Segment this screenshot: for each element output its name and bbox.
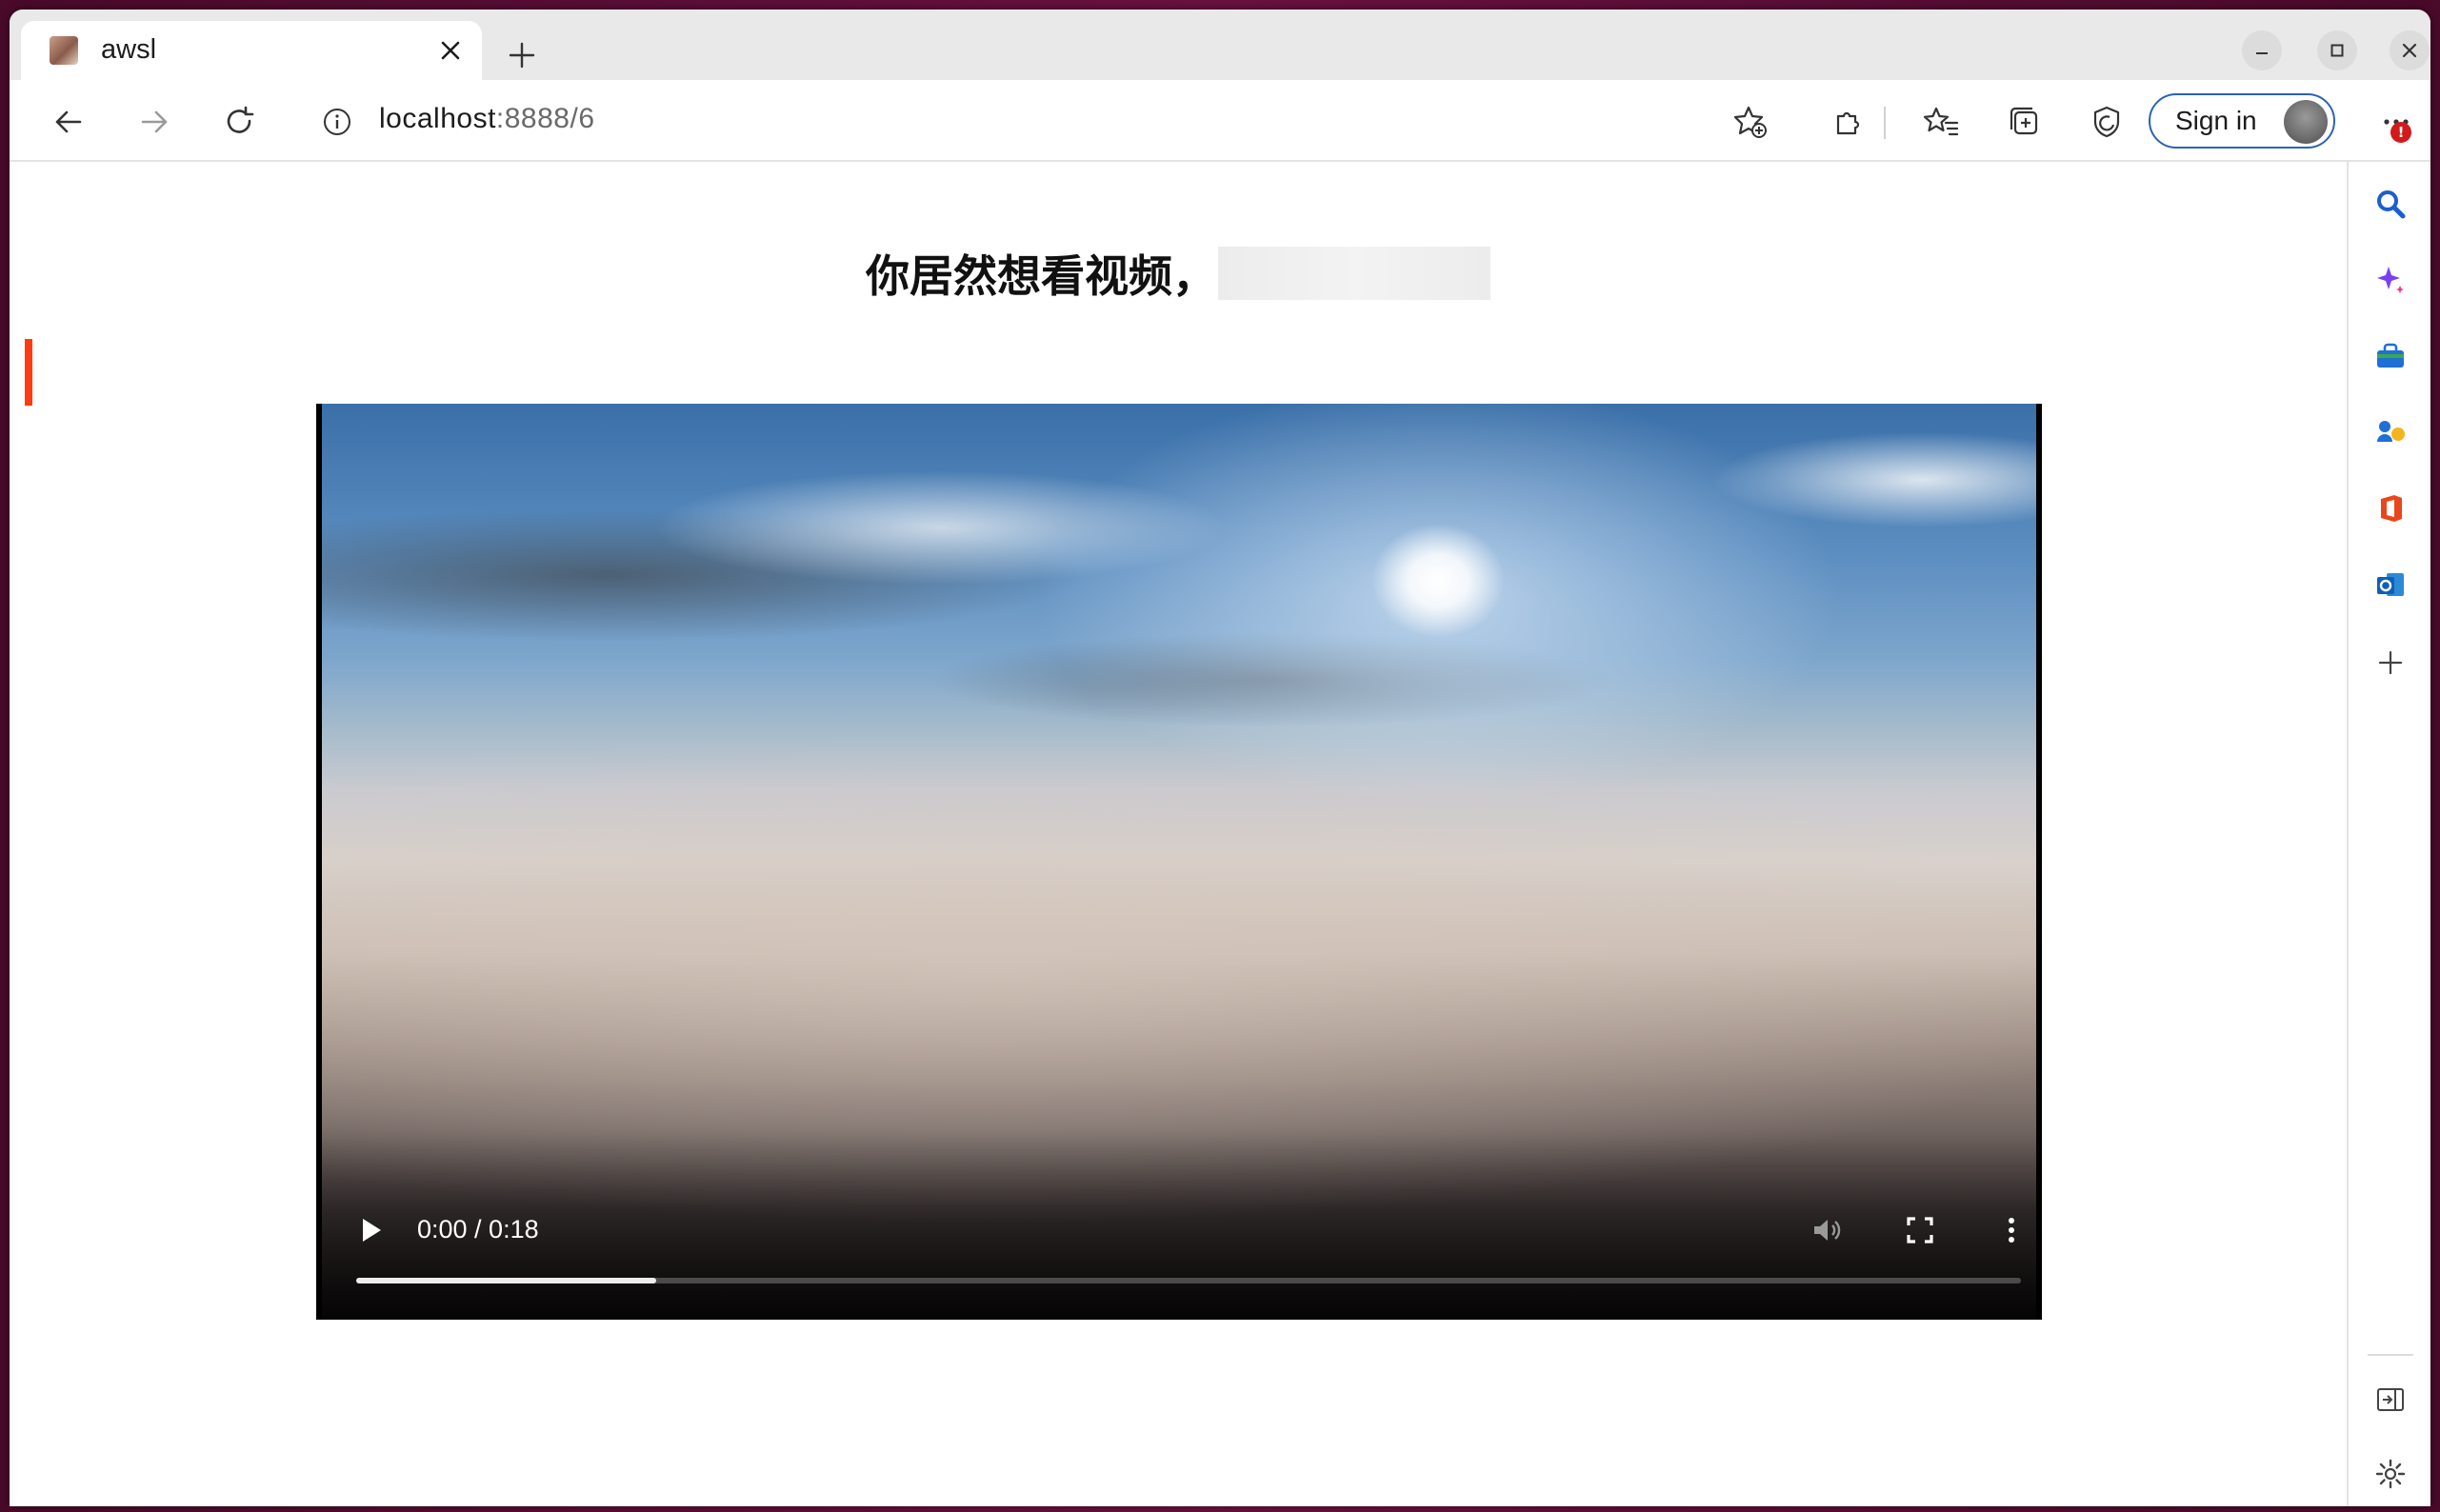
play-button[interactable] — [352, 1211, 390, 1249]
sign-in-button[interactable]: Sign in — [2149, 93, 2335, 149]
sidebar-shopping[interactable] — [2366, 331, 2415, 381]
sidebar-split-screen[interactable] — [2366, 1375, 2415, 1424]
notification-badge: ! — [2390, 122, 2411, 143]
split-screen-icon — [2377, 1388, 2404, 1411]
sign-in-label: Sign in — [2175, 106, 2257, 135]
collections-button[interactable] — [2000, 97, 2050, 147]
maximize-button[interactable] — [2317, 30, 2357, 70]
tab-title: awsl — [101, 34, 157, 65]
url-text: localhost:8888/6 — [379, 103, 595, 135]
forward-button[interactable] — [130, 97, 179, 147]
sidebar-separator — [2368, 1354, 2413, 1356]
controls-overlay — [316, 1129, 2042, 1320]
sidebar-office[interactable] — [2366, 484, 2415, 533]
heading-row: 你居然想看视频， — [10, 242, 2347, 305]
games-icon — [2377, 421, 2405, 442]
extensions-button[interactable] — [1823, 97, 1872, 147]
avatar — [2284, 100, 2328, 144]
sidebar-search[interactable] — [2366, 179, 2415, 229]
shopping-icon — [2377, 343, 2404, 368]
fullscreen-icon[interactable] — [1899, 1209, 1941, 1251]
refresh-button[interactable] — [215, 97, 265, 147]
time-display: 0:00 / 0:18 — [417, 1215, 539, 1243]
edge-sidebar — [2347, 162, 2430, 1506]
page-accent-bar — [25, 339, 32, 406]
back-button[interactable] — [44, 97, 93, 147]
minimize-button[interactable] — [2242, 30, 2282, 70]
tab-favicon-icon — [50, 36, 78, 65]
settings-icon — [2375, 1459, 2406, 1489]
tab-close-icon[interactable] — [432, 32, 469, 69]
add-favorite-button[interactable] — [1726, 97, 1775, 147]
favorites-button[interactable] — [1916, 97, 1966, 147]
redacted-block — [1218, 247, 1490, 300]
outlook-icon — [2377, 573, 2404, 596]
site-info-icon[interactable] — [322, 107, 352, 141]
close-window-button[interactable] — [2390, 30, 2430, 70]
video-progress-bar[interactable] — [356, 1278, 2021, 1283]
tab-strip: awsl — [10, 10, 2430, 80]
sidebar-copilot[interactable] — [2366, 255, 2415, 305]
page-content: 你居然想看视频， 0:00 / 0:18 — [10, 162, 2347, 1506]
toolbar-separator — [1884, 107, 1886, 139]
video-player[interactable]: 0:00 / 0:18 — [316, 404, 2042, 1320]
browser-essentials-button[interactable] — [2082, 97, 2131, 147]
office-icon — [2381, 495, 2402, 522]
browser-toolbar: localhost:8888/6 Sign in ! — [10, 80, 2430, 162]
mute-icon[interactable] — [1806, 1209, 1848, 1251]
add-icon — [2378, 650, 2403, 675]
tab-awsl[interactable]: awsl — [21, 21, 482, 80]
browser-window: awsl localhost:8888/6 Sign in ! 你居然想看视频，… — [10, 10, 2430, 1506]
page-title: 你居然想看视频， — [866, 250, 1216, 302]
search-icon — [2377, 190, 2406, 219]
sidebar-games[interactable] — [2366, 408, 2415, 457]
copilot-icon — [2377, 267, 2404, 293]
video-progress-fill — [356, 1278, 656, 1283]
sidebar-outlook[interactable] — [2366, 560, 2415, 609]
sidebar-settings[interactable] — [2366, 1449, 2415, 1499]
sidebar-add[interactable] — [2366, 638, 2415, 687]
url-port-path: :8888/6 — [495, 103, 595, 134]
new-tab-button[interactable] — [501, 34, 543, 76]
address-bar[interactable]: localhost:8888/6 — [288, 90, 1554, 154]
video-options-icon[interactable] — [1990, 1209, 2032, 1251]
url-host: localhost — [379, 103, 496, 134]
